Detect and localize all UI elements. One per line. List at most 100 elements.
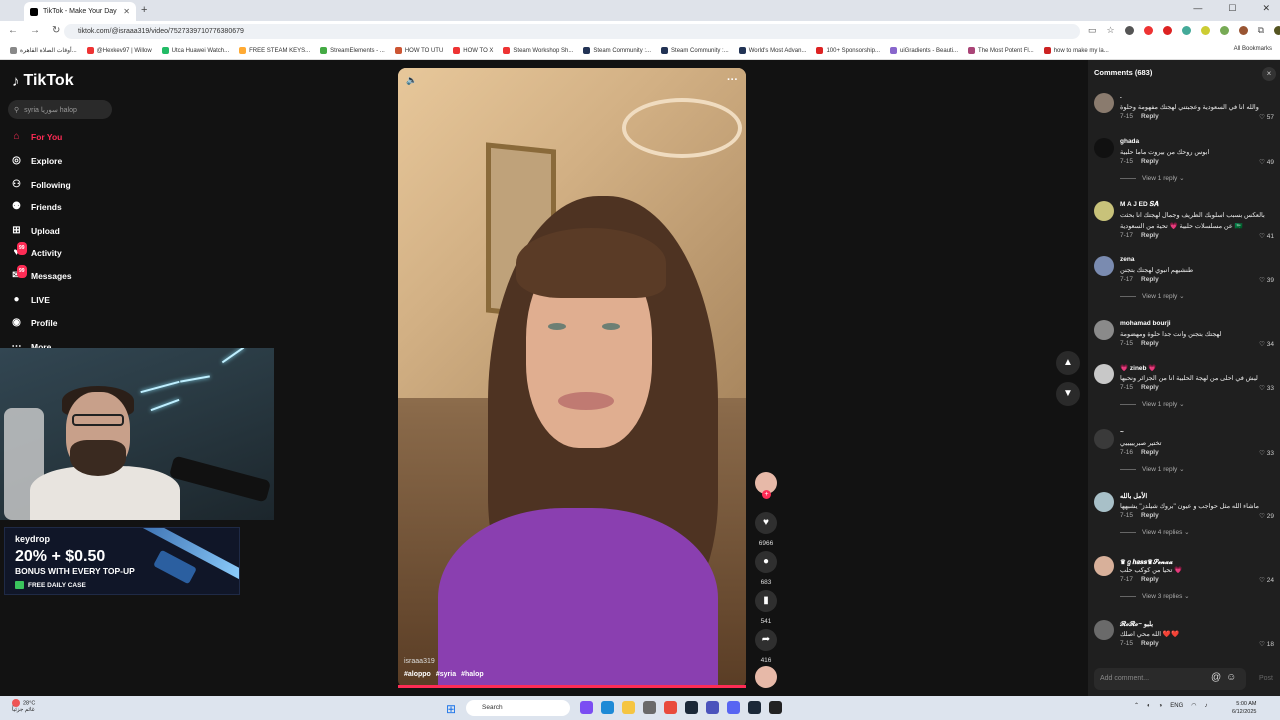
- all-bookmarks-button[interactable]: All Bookmarks: [1234, 46, 1272, 52]
- new-tab-button[interactable]: +: [141, 4, 147, 16]
- back-icon[interactable]: ←: [8, 25, 18, 36]
- taskbar-search[interactable]: Search: [466, 700, 570, 716]
- bookmark-item[interactable]: The Most Potent Fl...: [968, 47, 1034, 54]
- taskbar-clock[interactable]: 5:00 AM 6/12/2025: [1232, 700, 1256, 716]
- sidebar-item-for-you[interactable]: ⌂ For You: [10, 130, 62, 143]
- view-replies-button[interactable]: View 4 replies ⌄: [1120, 528, 1190, 536]
- close-comments-button[interactable]: ×: [1262, 67, 1276, 81]
- weather-widget[interactable]: 28°C غائم جزئياً: [12, 699, 35, 714]
- commenter-name[interactable]: 𝓡𝓸𝓡𝓸~ بلبو: [1120, 620, 1153, 629]
- search-input[interactable]: ⚲ syria سوريا halop: [8, 100, 112, 119]
- bookmark-item[interactable]: FREE STEAM KEYS...: [239, 47, 310, 54]
- reply-button[interactable]: Reply: [1141, 384, 1159, 391]
- sidebar-item-explore[interactable]: ◎ Explore: [10, 154, 62, 167]
- bookmark-star-icon[interactable]: ☆: [1107, 25, 1115, 36]
- sidebar-item-upload[interactable]: ⊞ Upload: [10, 224, 60, 237]
- reply-button[interactable]: Reply: [1141, 512, 1159, 519]
- share-action[interactable]: ➦ 416: [754, 629, 778, 664]
- commenter-name[interactable]: ghada: [1120, 138, 1139, 145]
- video-author[interactable]: israaa319: [404, 658, 435, 665]
- sidebar-item-messages[interactable]: ✉99 Messages: [10, 265, 72, 282]
- view-replies-button[interactable]: View 1 reply ⌄: [1120, 292, 1185, 300]
- creator-avatar[interactable]: +: [755, 472, 777, 499]
- view-replies-button[interactable]: View 1 reply ⌄: [1120, 174, 1185, 182]
- commenter-avatar[interactable]: [1094, 201, 1114, 221]
- browser-tab[interactable]: TikTok - Make Your Day ✕: [24, 2, 136, 21]
- steam-icon[interactable]: [685, 701, 698, 714]
- volume-icon[interactable]: 🔈: [406, 75, 417, 86]
- mention-at-icon[interactable]: @: [1211, 672, 1221, 683]
- reply-button[interactable]: Reply: [1141, 232, 1159, 239]
- tray-app-icon[interactable]: ◐: [1147, 703, 1151, 709]
- next-video-button[interactable]: ▼: [1056, 382, 1080, 406]
- extensions-puzzle-icon[interactable]: ⧉: [1258, 25, 1264, 36]
- cast-icon[interactable]: ▭: [1088, 25, 1097, 36]
- comment-like-button[interactable]: ♡ 57: [1259, 113, 1274, 121]
- commenter-name[interactable]: zena: [1120, 256, 1134, 263]
- windows-start-icon[interactable]: ⊞: [446, 702, 456, 716]
- view-replies-button[interactable]: View 3 replies ⌄: [1120, 592, 1190, 600]
- comment-like-button[interactable]: ♡ 24: [1259, 576, 1274, 584]
- video-progress-bar[interactable]: [398, 685, 746, 688]
- bookmark-item[interactable]: Steam Community :...: [661, 47, 729, 54]
- sidebar-item-activity[interactable]: ♥99 Activity: [10, 242, 62, 259]
- sidebar-item-live[interactable]: ● LIVE: [10, 293, 49, 306]
- reply-button[interactable]: Reply: [1141, 576, 1159, 583]
- music-disc-avatar[interactable]: [755, 666, 777, 688]
- commenter-avatar[interactable]: [1094, 320, 1114, 340]
- reply-button[interactable]: Reply: [1141, 640, 1159, 647]
- bookmark-item[interactable]: how to make my la...: [1043, 47, 1109, 54]
- comment-like-button[interactable]: ♡ 34: [1259, 340, 1274, 348]
- commenter-avatar[interactable]: [1094, 429, 1114, 449]
- commenter-name[interactable]: الأمل بالله: [1120, 492, 1147, 500]
- extension-icon[interactable]: [1124, 26, 1134, 35]
- comment-action[interactable]: ● 683: [754, 551, 778, 586]
- hashtag-link[interactable]: #syria: [436, 671, 456, 678]
- bookmark-item[interactable]: HOW TO UTU: [394, 47, 443, 54]
- bookmark-item[interactable]: uiGradients - Beauti...: [890, 47, 958, 54]
- commenter-avatar[interactable]: [1094, 138, 1114, 158]
- previous-video-button[interactable]: ▲: [1056, 351, 1080, 375]
- bookmark-item[interactable]: StreamElements - ...: [320, 47, 385, 54]
- language-indicator[interactable]: ENG: [1170, 703, 1183, 709]
- minimize-icon[interactable]: —: [1193, 3, 1202, 14]
- profile-avatar[interactable]: [1274, 26, 1280, 35]
- discord-icon[interactable]: [727, 701, 740, 714]
- commenter-avatar[interactable]: [1094, 620, 1114, 640]
- close-tab-icon[interactable]: ✕: [123, 7, 130, 16]
- comment-like-button[interactable]: ♡ 33: [1259, 449, 1274, 457]
- bookmark-item[interactable]: @Hexkev97 | Willow: [86, 47, 152, 54]
- tray-chevron-icon[interactable]: ⌃: [1134, 702, 1139, 709]
- commenter-name[interactable]: M A J ED 𝑺𝑨: [1120, 201, 1158, 209]
- close-window-icon[interactable]: ✕: [1262, 3, 1270, 14]
- bookmark-item[interactable]: World's Most Advan...: [738, 47, 806, 54]
- comment-like-button[interactable]: ♡ 41: [1259, 232, 1274, 240]
- bookmark-item[interactable]: أوقات الصلاة القاهرة...: [10, 47, 77, 54]
- follow-plus-icon[interactable]: +: [762, 490, 771, 499]
- extension-icon[interactable]: [1181, 26, 1191, 35]
- comment-like-button[interactable]: ♡ 18: [1259, 640, 1274, 648]
- view-replies-button[interactable]: View 1 reply ⌄: [1120, 400, 1185, 408]
- save-action[interactable]: ▮ 541: [754, 590, 778, 625]
- commenter-avatar[interactable]: [1094, 364, 1114, 384]
- comment-like-button[interactable]: ♡ 33: [1259, 384, 1274, 392]
- app-icon[interactable]: [580, 701, 593, 714]
- commenter-avatar[interactable]: [1094, 492, 1114, 512]
- comment-like-button[interactable]: ♡ 29: [1259, 512, 1274, 520]
- tiktok-logo[interactable]: ♪ TikTok: [12, 72, 74, 90]
- hashtag-link[interactable]: #halop: [461, 671, 484, 678]
- speaker-icon[interactable]: ♪: [1205, 703, 1208, 709]
- commenter-avatar[interactable]: [1094, 93, 1114, 113]
- bookmark-item[interactable]: HOW TO X: [453, 47, 493, 54]
- tray-app-icon[interactable]: ◑: [1159, 703, 1163, 709]
- extension-icon[interactable]: [1200, 26, 1210, 35]
- bookmark-icon[interactable]: ▮: [755, 590, 777, 612]
- reload-icon[interactable]: ↻: [52, 25, 60, 36]
- like-action[interactable]: ♥ 6966: [754, 512, 778, 547]
- reply-button[interactable]: Reply: [1141, 449, 1159, 456]
- sidebar-item-friends[interactable]: ⚉ Friends: [10, 200, 62, 213]
- reply-button[interactable]: Reply: [1141, 113, 1159, 120]
- keydrop-ad-banner[interactable]: keydrop 20% + $0.50 BONUS WITH EVERY TOP…: [4, 527, 240, 595]
- commenter-name[interactable]: 💗 zineb 💗: [1120, 364, 1156, 372]
- reply-button[interactable]: Reply: [1141, 340, 1159, 347]
